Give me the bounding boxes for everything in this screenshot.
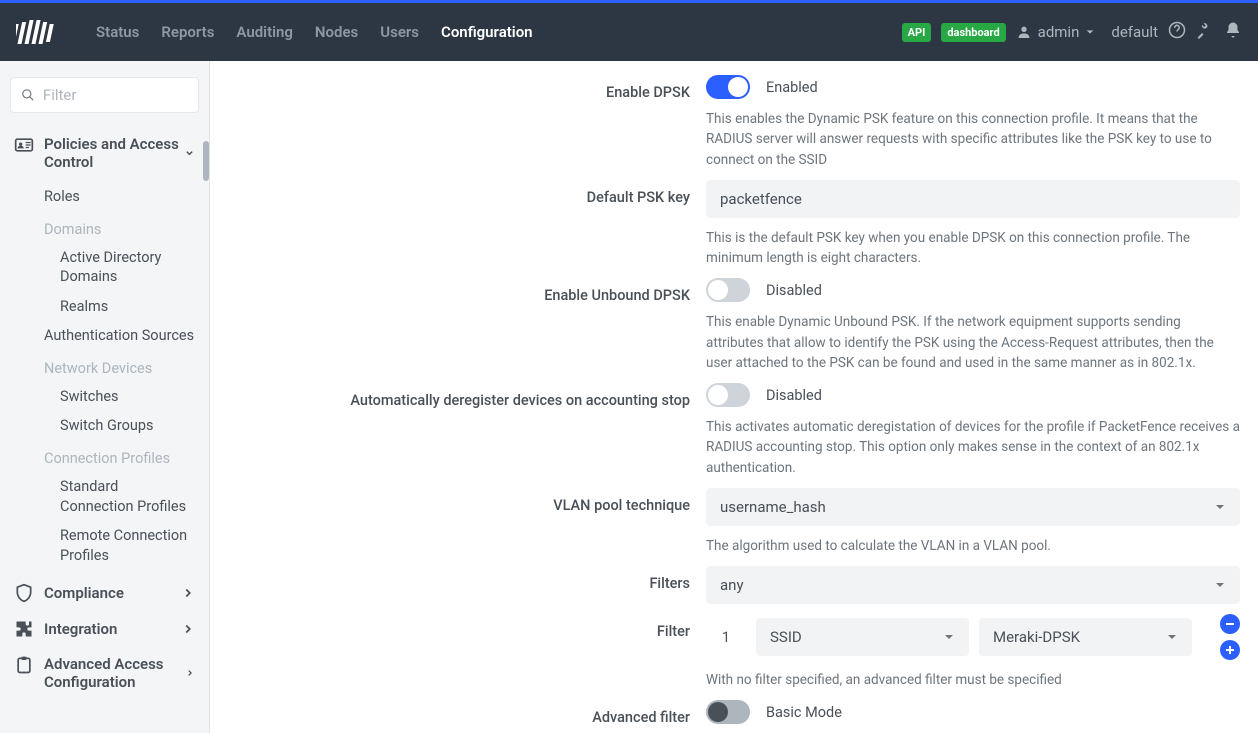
sidebar-policies-label: Policies and Access Control xyxy=(44,135,184,171)
filter-help: With no filter specified, an advanced fi… xyxy=(706,670,1240,690)
sidebar-roles[interactable]: Roles xyxy=(0,187,209,207)
sidebar-policies[interactable]: Policies and Access Control xyxy=(0,127,209,179)
minus-icon xyxy=(1225,619,1235,629)
unbound-dpsk-label: Enable Unbound DPSK xyxy=(216,278,706,373)
chevron-right-icon xyxy=(181,586,195,600)
filter-input[interactable] xyxy=(43,86,188,104)
enable-dpsk-toggle[interactable] xyxy=(706,75,750,99)
vlan-help: The algorithm used to calculate the VLAN… xyxy=(706,536,1240,556)
enable-dpsk-label: Enable DPSK xyxy=(216,75,706,170)
caret-down-icon xyxy=(943,631,955,643)
sidebar-filter[interactable] xyxy=(10,77,199,113)
help-icon[interactable] xyxy=(1168,21,1186,43)
caret-down-icon xyxy=(1166,631,1178,643)
filter-label: Filter xyxy=(216,614,706,690)
clipboard-icon xyxy=(14,655,34,675)
nav-reports[interactable]: Reports xyxy=(161,23,214,41)
advanced-filter-state: Basic Mode xyxy=(766,704,842,721)
api-badge[interactable]: API xyxy=(902,23,932,42)
caret-down-icon xyxy=(1214,501,1226,513)
bell-icon[interactable] xyxy=(1224,21,1242,43)
sidebar-ad-domains[interactable]: Active Directory Domains xyxy=(0,248,209,287)
unbound-dpsk-toggle[interactable] xyxy=(706,278,750,302)
sidebar-remote-conn-profiles[interactable]: Remote Connection Profiles xyxy=(0,526,209,565)
filter-index: 1 xyxy=(706,629,746,646)
advanced-filter-toggle[interactable] xyxy=(706,700,750,724)
form-content: Enable DPSK Enabled This enables the Dyn… xyxy=(210,61,1258,733)
sidebar-switch-groups[interactable]: Switch Groups xyxy=(0,416,209,436)
sidebar-auth-sources[interactable]: Authentication Sources xyxy=(0,326,209,346)
shield-icon xyxy=(14,583,34,603)
dashboard-badge[interactable]: dashboard xyxy=(941,23,1005,42)
nav-status[interactable]: Status xyxy=(96,23,139,41)
filters-label: Filters xyxy=(216,566,706,604)
user-icon xyxy=(1016,24,1032,40)
nav-users[interactable]: Users xyxy=(380,23,419,41)
tools-icon[interactable] xyxy=(1196,21,1214,43)
sidebar-conn-profiles-hdr: Connection Profiles xyxy=(0,450,209,467)
chevron-right-icon xyxy=(185,666,195,680)
top-navbar: Status Reports Auditing Nodes Users Conf… xyxy=(0,3,1258,61)
sidebar-advanced[interactable]: Advanced Access Configuration xyxy=(0,647,209,699)
psk-key-label: Default PSK key xyxy=(216,180,706,269)
caret-down-icon xyxy=(1214,579,1226,591)
psk-key-help: This is the default PSK key when you ena… xyxy=(706,228,1240,269)
autodereg-state: Disabled xyxy=(766,387,822,404)
sidebar-netdev-hdr: Network Devices xyxy=(0,360,209,377)
puzzle-icon xyxy=(14,619,34,639)
enable-dpsk-state: Enabled xyxy=(766,79,818,96)
caret-down-icon xyxy=(1085,27,1095,37)
advanced-filter-label: Advanced filter xyxy=(216,700,706,733)
unbound-dpsk-help: This enable Dynamic Unbound PSK. If the … xyxy=(706,312,1240,373)
search-icon xyxy=(21,87,35,103)
filters-select[interactable]: any xyxy=(706,566,1240,604)
chevron-down-icon xyxy=(184,146,195,160)
sidebar: Policies and Access Control Roles Domain… xyxy=(0,61,210,733)
vlan-label: VLAN pool technique xyxy=(216,488,706,556)
tenant-menu[interactable]: default xyxy=(1105,23,1158,41)
add-filter-button[interactable] xyxy=(1220,640,1240,660)
sidebar-compliance[interactable]: Compliance xyxy=(0,575,209,611)
remove-filter-button[interactable] xyxy=(1220,614,1240,634)
nav-auditing[interactable]: Auditing xyxy=(236,23,293,41)
autodereg-label: Automatically deregister devices on acco… xyxy=(216,383,706,478)
sidebar-switches[interactable]: Switches xyxy=(0,387,209,407)
sidebar-integration[interactable]: Integration xyxy=(0,611,209,647)
chevron-right-icon xyxy=(181,622,195,636)
unbound-dpsk-state: Disabled xyxy=(766,282,822,299)
autodereg-toggle[interactable] xyxy=(706,383,750,407)
scrollbar-thumb[interactable] xyxy=(203,141,209,181)
psk-key-input[interactable] xyxy=(706,180,1240,218)
sidebar-std-conn-profiles[interactable]: Standard Connection Profiles xyxy=(0,477,209,516)
filter-type-select[interactable]: SSID xyxy=(756,618,969,656)
sidebar-domains-hdr: Domains xyxy=(0,221,209,238)
nav-nodes[interactable]: Nodes xyxy=(315,23,358,41)
user-menu[interactable]: admin xyxy=(1016,23,1096,41)
autodereg-help: This activates automatic deregistation o… xyxy=(706,417,1240,478)
id-card-icon xyxy=(14,135,34,155)
nav-configuration[interactable]: Configuration xyxy=(441,23,533,41)
vlan-select[interactable]: username_hash xyxy=(706,488,1240,526)
enable-dpsk-help: This enables the Dynamic PSK feature on … xyxy=(706,109,1240,170)
plus-icon xyxy=(1225,645,1235,655)
filter-value-select[interactable]: Meraki-DPSK xyxy=(979,618,1192,656)
logo[interactable] xyxy=(16,16,72,48)
sidebar-realms[interactable]: Realms xyxy=(0,297,209,317)
